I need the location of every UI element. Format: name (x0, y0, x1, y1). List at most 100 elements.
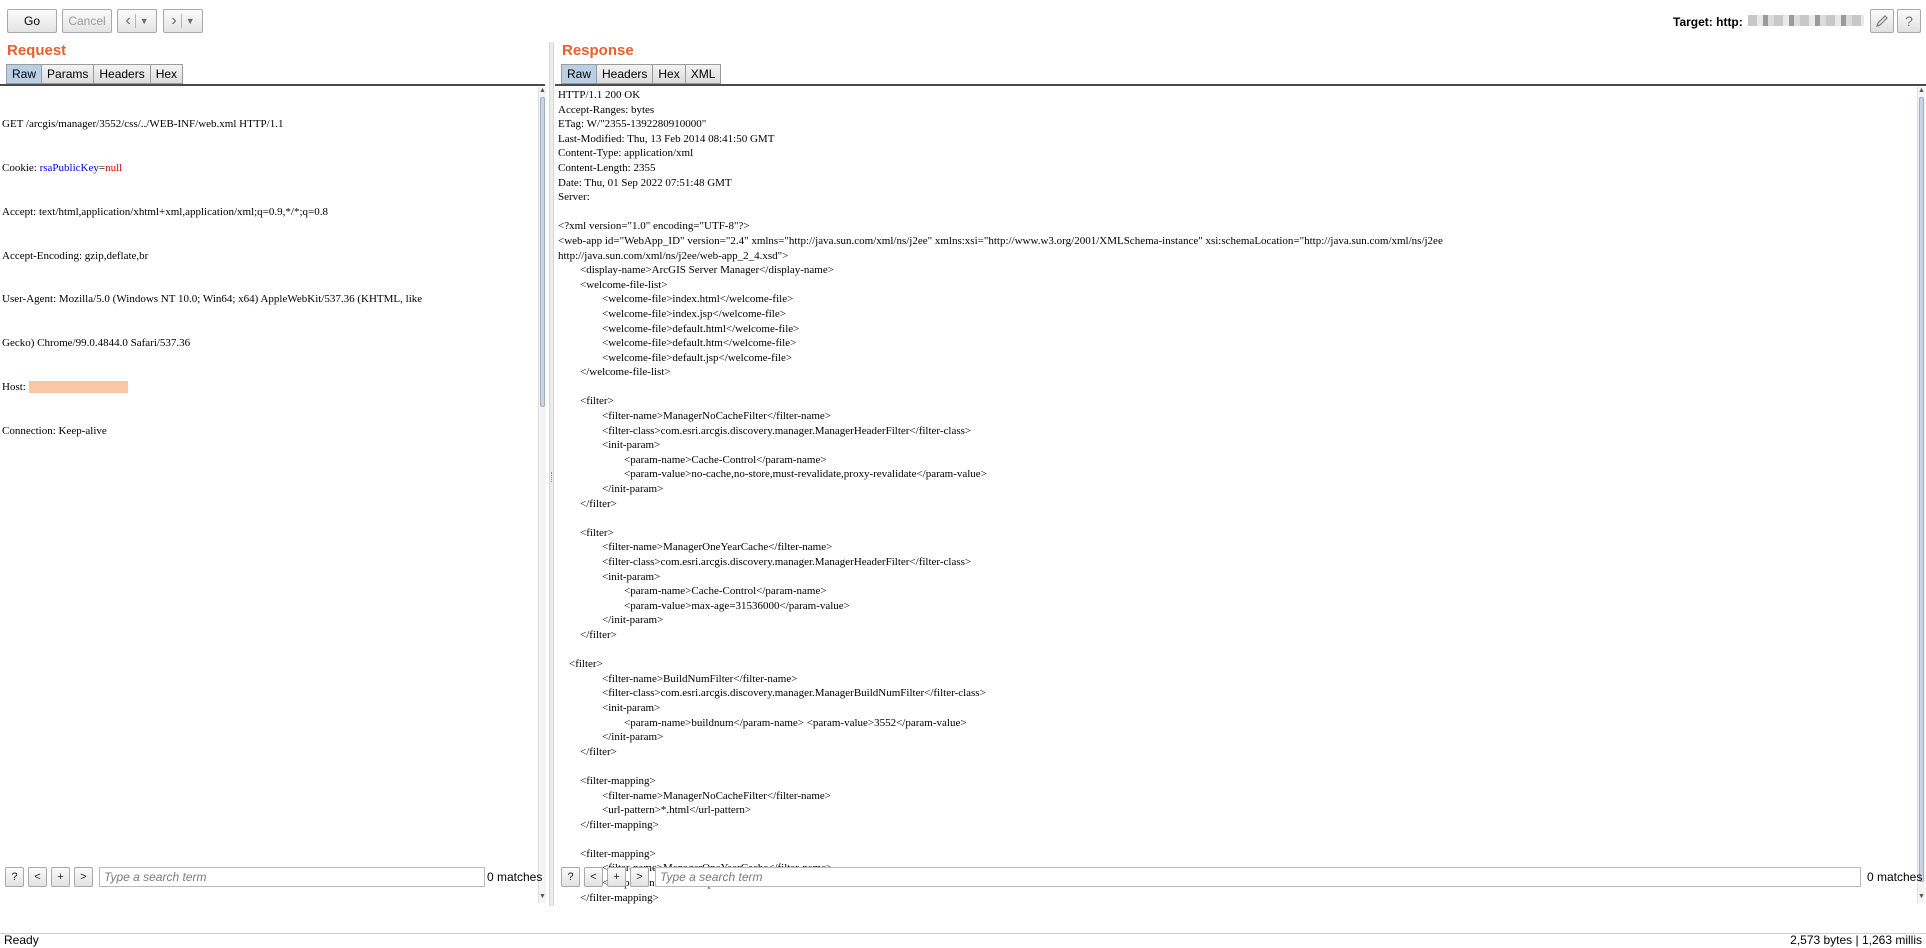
code-line: <init-param> (558, 439, 661, 452)
tab-headers[interactable]: Headers (94, 64, 151, 84)
target-label: Target: http: (1673, 15, 1743, 29)
code-line: </filter-mapping> (558, 818, 659, 831)
code-line: <url-pattern>*.html</url-pattern> (558, 804, 752, 817)
code-line: <filter-mapping> (558, 847, 656, 860)
tab-params[interactable]: Params (42, 64, 95, 84)
search-next-button[interactable]: > (74, 867, 93, 887)
tab-hex[interactable]: Hex (150, 64, 184, 84)
code-line: User-Agent: Mozilla/5.0 (Windows NT 10.0… (2, 293, 423, 306)
button-separator (134, 14, 136, 28)
tab-raw[interactable]: Raw (561, 64, 598, 84)
request-tabs: Raw Params Headers Hex (6, 64, 184, 84)
code-line: Date: Thu, 01 Sep 2022 07:51:48 GMT (558, 176, 732, 189)
cancel-button[interactable]: Cancel (62, 9, 112, 33)
target-host-redacted (1748, 15, 1864, 26)
code-line: <welcome-file>index.jsp</welcome-file> (558, 307, 786, 320)
request-scrollbar[interactable]: ▲ ▼ (538, 87, 546, 903)
button-separator (180, 14, 182, 28)
code-line: <param-name>Cache-Control</param-name> (558, 453, 827, 466)
code-line: <filter-mapping> (558, 774, 656, 787)
tab-headers[interactable]: Headers (597, 64, 654, 84)
chevron-left-icon: ‹ (125, 12, 131, 29)
search-next-button[interactable]: > (630, 867, 649, 887)
code-line: <filter-class>com.esri.arcgis.discovery.… (558, 556, 972, 568)
code-line: </init-param> (558, 614, 664, 627)
split-divider[interactable] (549, 42, 554, 906)
code-line: <filter-name>ManagerNoCacheFilter</filte… (558, 410, 832, 423)
code-line: </filter-mapping> (558, 891, 659, 904)
tab-underline (555, 84, 1926, 86)
code-line: Host: (2, 380, 532, 395)
dropdown-arrow-icon[interactable]: ▼ (140, 16, 149, 26)
code-line: </filter> (558, 745, 617, 758)
tab-hex[interactable]: Hex (653, 64, 686, 84)
host-redacted (28, 380, 128, 393)
code-line: Last-Modified: Thu, 13 Feb 2014 08:41:50… (558, 132, 775, 145)
code-line: Accept-Ranges: bytes (558, 103, 655, 116)
scroll-down-icon[interactable]: ▼ (539, 893, 546, 901)
dropdown-arrow-icon[interactable]: ▼ (186, 16, 195, 26)
code-line: Accept-Encoding: gzip,deflate,br (2, 249, 149, 262)
go-button[interactable]: Go (7, 9, 57, 33)
search-help-button[interactable]: ? (5, 867, 24, 887)
response-stats: 2,573 bytes | 1,263 millis (1790, 933, 1922, 947)
code-line: <filter-class>com.esri.arcgis.discovery.… (558, 687, 986, 700)
code-line: Gecko) Chrome/99.0.4844.0 Safari/537.36 (2, 337, 191, 350)
code-line: Cookie: rsaPublicKey=null (2, 161, 123, 174)
divider-grip[interactable] (551, 472, 553, 482)
code-line: Content-Length: 2355 (558, 161, 656, 174)
code-line: Content-Type: application/xml (558, 147, 694, 160)
code-line: <welcome-file-list> (558, 278, 668, 291)
scroll-down-icon[interactable]: ▼ (1918, 893, 1925, 901)
search-input[interactable] (99, 867, 485, 887)
response-scrollbar[interactable]: ▲ ▼ (1917, 87, 1925, 903)
search-prev-button[interactable]: < (28, 867, 47, 887)
forward-button[interactable]: › ▼ (163, 9, 203, 33)
back-button[interactable]: ‹ ▼ (117, 9, 157, 33)
tab-xml[interactable]: XML (685, 64, 722, 84)
search-input[interactable] (655, 867, 1861, 887)
search-prev-button[interactable]: < (584, 867, 603, 887)
request-title: Request (7, 42, 67, 59)
response-editor[interactable]: HTTP/1.1 200 OK Accept-Ranges: bytes ETag:… (558, 88, 1913, 905)
status-text: Ready (4, 933, 39, 947)
search-help-button[interactable]: ? (561, 867, 580, 887)
request-search-bar: ? < + > 0 matches (5, 867, 545, 889)
toolbar: Go Cancel ‹ ▼ › ▼ Target: http: ? (0, 0, 1926, 42)
code-line: <param-name>Cache-Control</param-name> (558, 585, 827, 598)
status-divider (0, 933, 1926, 934)
code-line: <filter-name>ManagerOneYearCache</filter… (558, 541, 833, 554)
code-line: <display-name>ArcGIS Server Manager</dis… (558, 264, 834, 277)
scroll-up-icon[interactable]: ▲ (1918, 87, 1925, 95)
code-line: Accept: text/html,application/xhtml+xml,… (2, 205, 328, 218)
code-line: </filter> (558, 497, 617, 510)
scroll-up-icon[interactable]: ▲ (539, 87, 546, 95)
tab-raw[interactable]: Raw (6, 64, 43, 84)
scroll-thumb[interactable] (540, 97, 545, 407)
code-line: </init-param> (558, 483, 664, 496)
question-icon[interactable]: ? (1897, 9, 1921, 33)
code-line: <welcome-file>default.jsp</welcome-file> (558, 351, 793, 364)
code-line: <init-param> (558, 570, 661, 583)
code-line: </init-param> (558, 731, 664, 744)
search-options-button[interactable]: + (51, 867, 70, 887)
status-bar: Ready 2,573 bytes | 1,263 millis (0, 933, 1926, 948)
code-line: <filter-class>com.esri.arcgis.discovery.… (558, 424, 972, 437)
chevron-right-icon: › (171, 12, 177, 29)
cookie-value: null (105, 161, 123, 174)
match-count: 0 matches (487, 870, 543, 884)
code-line: <param-value>no-cache,no-store,must-reva… (558, 468, 987, 481)
search-options-button[interactable]: + (607, 867, 626, 887)
response-title: Response (562, 42, 634, 59)
code-line: </filter> (558, 628, 617, 641)
request-editor[interactable]: GET /arcgis/manager/3552/css/../WEB-INF/… (2, 88, 532, 453)
code-line: <filter-name>BuildNumFilter</filter-name… (558, 672, 798, 685)
code-line: ETag: W/"2355-1392280910000" (558, 118, 707, 131)
code-line: Server: (558, 191, 590, 204)
pencil-icon[interactable] (1870, 9, 1894, 33)
code-line: <init-param> (558, 701, 661, 714)
scroll-thumb[interactable] (1919, 97, 1924, 882)
